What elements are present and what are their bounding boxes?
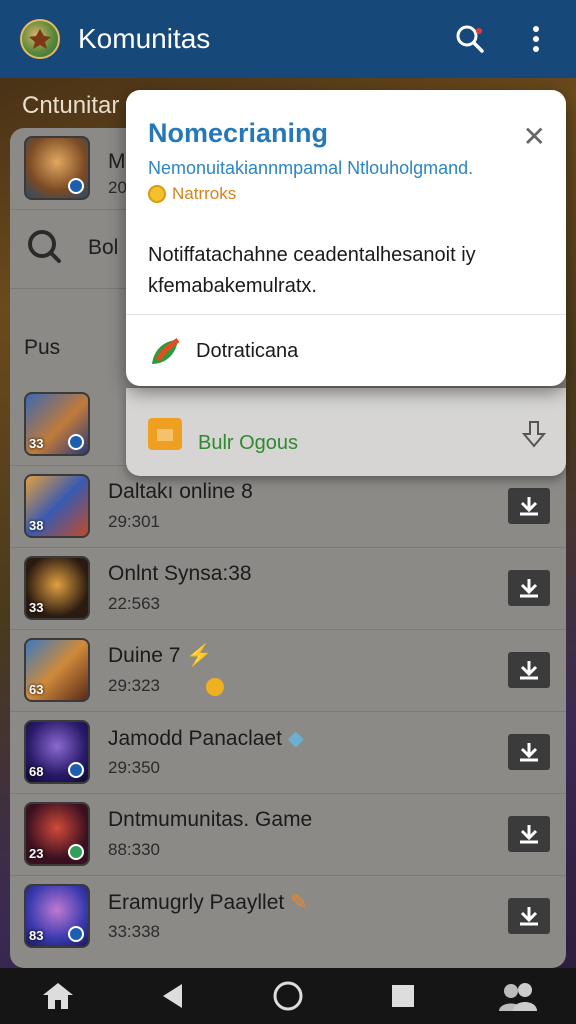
section-label: Pus (24, 336, 61, 359)
bandage-icon: ✎ (290, 891, 308, 914)
popup-tag: Natrroks (148, 184, 236, 204)
list-item-title-text: Jamodd Panaclaet (108, 727, 282, 750)
list-item[interactable]: 83 Eramugrly Paayllet ✎ 33:338 (10, 876, 566, 958)
list-item[interactable]: 33 Onlnt Synsa:38 22:563 (10, 548, 566, 630)
status-dot (68, 434, 84, 450)
popup-subtitle: Nemonuitakiannmpamal Ntlouholgmand. (148, 158, 474, 178)
status-dot (68, 926, 84, 942)
list-item-title: Duine 7 ⚡ (108, 644, 212, 668)
status-dot (68, 762, 84, 778)
popup-action[interactable]: Dotraticana (148, 334, 298, 368)
recents-icon[interactable] (373, 968, 433, 1024)
search-outline-icon (26, 228, 62, 269)
list-item-sub: 88:330 (108, 840, 160, 859)
thumbnail-badge: 63 (29, 682, 44, 697)
more-vert-icon[interactable] (516, 19, 556, 59)
download-outline-icon[interactable] (520, 418, 548, 455)
list-item-title-text: Duine 7 (108, 644, 181, 667)
list-item-sub: 20 (108, 178, 127, 197)
divider (126, 314, 566, 315)
list-item-sub: 29:323 (108, 676, 160, 695)
list-item-sub: 22:563 (108, 594, 160, 613)
system-nav-bar (0, 968, 576, 1024)
game-thumbnail: 33 (24, 392, 90, 456)
download-button[interactable] (508, 488, 550, 524)
people-icon[interactable] (488, 968, 548, 1024)
thumbnail-badge: 38 (29, 518, 44, 533)
download-button[interactable] (508, 652, 550, 688)
search-icon[interactable] (450, 19, 490, 59)
game-thumbnail (24, 136, 90, 200)
close-icon[interactable]: ✕ (523, 120, 546, 153)
home-circle-icon[interactable] (258, 968, 318, 1024)
gem-icon: ◆ (287, 727, 304, 750)
list-item-title: Daltakı online 8 (108, 480, 253, 503)
popup-body: Notiffatachahne ceadentalhesanoit iy kfe… (148, 244, 476, 297)
download-button[interactable] (508, 570, 550, 606)
list-item-sub: 33:338 (108, 922, 160, 941)
folder-icon (148, 418, 182, 450)
list-item-sub: 29:301 (108, 512, 160, 531)
game-thumbnail: 63 (24, 638, 90, 702)
game-thumbnail: 68 (24, 720, 90, 784)
status-dot (68, 844, 84, 860)
lightning-icon: ⚡ (186, 644, 213, 667)
thumbnail-badge: 33 (29, 436, 44, 451)
back-icon[interactable] (143, 968, 203, 1024)
app-title: Komunitas (78, 23, 211, 54)
download-button[interactable] (508, 816, 550, 852)
sheet-label[interactable]: Bulr Ogous (198, 432, 298, 455)
list-item-title: Onlnt Synsa:38 (108, 562, 252, 585)
coin-icon (148, 185, 166, 203)
list-item-title: Dntmumunitas. Game (108, 808, 313, 831)
thumbnail-badge: 68 (29, 764, 44, 779)
background-heading: Cntunitar (22, 92, 120, 119)
status-dot (68, 178, 84, 194)
list-item-title-text: Eramugrly Paayllet (108, 891, 285, 914)
download-button[interactable] (508, 734, 550, 770)
list-item-title: Jamodd Panaclaet ◆ (108, 726, 304, 751)
popup-tag-label: Natrroks (172, 184, 237, 203)
popup-title: Nomecrianing (148, 118, 329, 148)
game-thumbnail: 23 (24, 802, 90, 866)
popup-action-label: Dotraticana (196, 339, 299, 362)
thumbnail-badge: 83 (29, 928, 44, 943)
game-thumbnail: 33 (24, 556, 90, 620)
thumbnail-badge: 33 (29, 600, 44, 615)
home-icon[interactable] (28, 968, 88, 1024)
notification-popup: Nomecrianing ✕ Nemonuitakiannmpamal Ntlo… (126, 90, 566, 386)
thumbnail-badge: 23 (29, 846, 44, 861)
game-thumbnail: 38 (24, 474, 90, 538)
list-item[interactable]: 38 Daltakı online 8 29:301 (10, 466, 566, 548)
list-item-sub: 29:350 (108, 758, 160, 777)
community-sheet: Bulr Ogous (126, 388, 566, 476)
leaf-logo-icon (152, 337, 180, 364)
game-thumbnail: 83 (24, 884, 90, 948)
list-item[interactable]: 68 Jamodd Panaclaet ◆ 29:350 (10, 712, 566, 794)
list-item-title: Eramugrly Paayllet ✎ (108, 890, 308, 915)
app-logo-icon[interactable] (20, 19, 60, 59)
search-row-label[interactable]: Bol (88, 236, 118, 260)
list-item-title: M (108, 150, 126, 173)
coin-icon (206, 678, 224, 696)
list-item[interactable]: 63 Duine 7 ⚡ 29:323 (10, 630, 566, 712)
download-button[interactable] (508, 898, 550, 934)
list-item[interactable]: 23 Dntmumunitas. Game 88:330 (10, 794, 566, 876)
app-bar: Komunitas (0, 0, 576, 78)
